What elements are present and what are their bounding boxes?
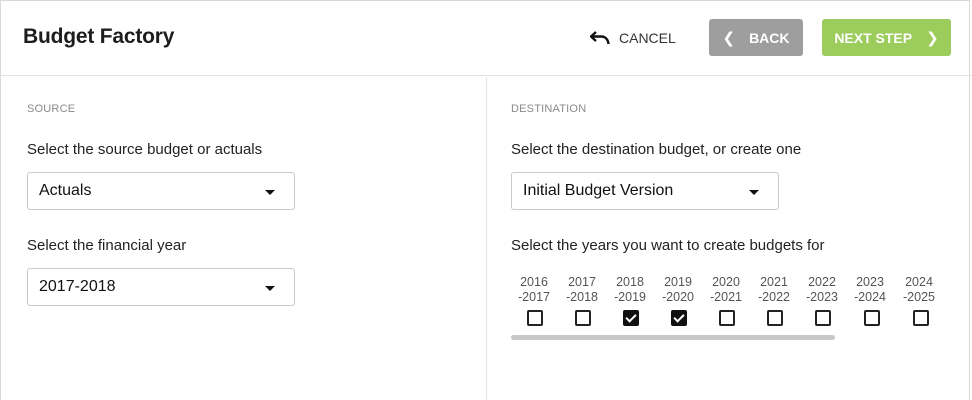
back-button[interactable]: ❮ BACK bbox=[709, 19, 803, 56]
year-checkbox[interactable] bbox=[913, 310, 929, 326]
year-label: 2024 -2025 bbox=[903, 275, 935, 304]
panel-divider bbox=[486, 77, 487, 400]
year-checkbox[interactable] bbox=[527, 310, 543, 326]
year-label: 2016 -2017 bbox=[518, 275, 550, 304]
destination-budget-prompt: Select the destination budget, or create… bbox=[511, 141, 802, 158]
financial-year-prompt: Select the financial year bbox=[27, 237, 187, 254]
year-label: 2023 -2024 bbox=[854, 275, 886, 304]
year-checkbox[interactable] bbox=[719, 310, 735, 326]
financial-year-value: 2017-2018 bbox=[39, 278, 116, 295]
caret-down-icon bbox=[749, 190, 759, 195]
financial-year-select[interactable]: 2017-2018 bbox=[27, 268, 295, 306]
header-bar: Budget Factory CANCEL ❮ BACK NEXT STEP ❯ bbox=[0, 0, 972, 76]
source-section-label: SOURCE bbox=[27, 103, 76, 115]
destination-budget-select[interactable]: Initial Budget Version bbox=[511, 172, 779, 210]
source-budget-value: Actuals bbox=[39, 182, 92, 199]
year-checkbox[interactable] bbox=[671, 310, 687, 326]
next-step-button[interactable]: NEXT STEP ❯ bbox=[822, 19, 951, 56]
source-budget-prompt: Select the source budget or actuals bbox=[27, 141, 263, 158]
year-checkbox[interactable] bbox=[575, 310, 591, 326]
year-label: 2022 -2023 bbox=[806, 275, 838, 304]
cancel-label: CANCEL bbox=[619, 30, 676, 46]
chevron-left-icon: ❮ bbox=[722, 29, 736, 47]
page-title: Budget Factory bbox=[23, 25, 175, 48]
undo-arrow-icon bbox=[590, 31, 610, 45]
caret-down-icon bbox=[265, 190, 275, 195]
year-checkbox[interactable] bbox=[864, 310, 880, 326]
year-label: 2021 -2022 bbox=[758, 275, 790, 304]
back-label: BACK bbox=[749, 29, 790, 46]
years-prompt: Select the years you want to create budg… bbox=[511, 237, 825, 254]
year-label: 2019 -2020 bbox=[662, 275, 694, 304]
year-checkbox[interactable] bbox=[815, 310, 831, 326]
destination-budget-value: Initial Budget Version bbox=[523, 182, 674, 199]
caret-down-icon bbox=[265, 286, 275, 291]
source-budget-select[interactable]: Actuals bbox=[27, 172, 295, 210]
year-checkbox[interactable] bbox=[767, 310, 783, 326]
next-step-label: NEXT STEP bbox=[834, 29, 913, 46]
horizontal-scrollbar[interactable] bbox=[511, 335, 835, 340]
year-label: 2017 -2018 bbox=[566, 275, 598, 304]
year-checkbox[interactable] bbox=[623, 310, 639, 326]
year-label: 2020 -2021 bbox=[710, 275, 742, 304]
cancel-button[interactable]: CANCEL bbox=[590, 29, 676, 47]
chevron-right-icon: ❯ bbox=[926, 29, 939, 47]
year-label: 2018 -2019 bbox=[614, 275, 646, 304]
destination-section-label: DESTINATION bbox=[511, 103, 587, 115]
